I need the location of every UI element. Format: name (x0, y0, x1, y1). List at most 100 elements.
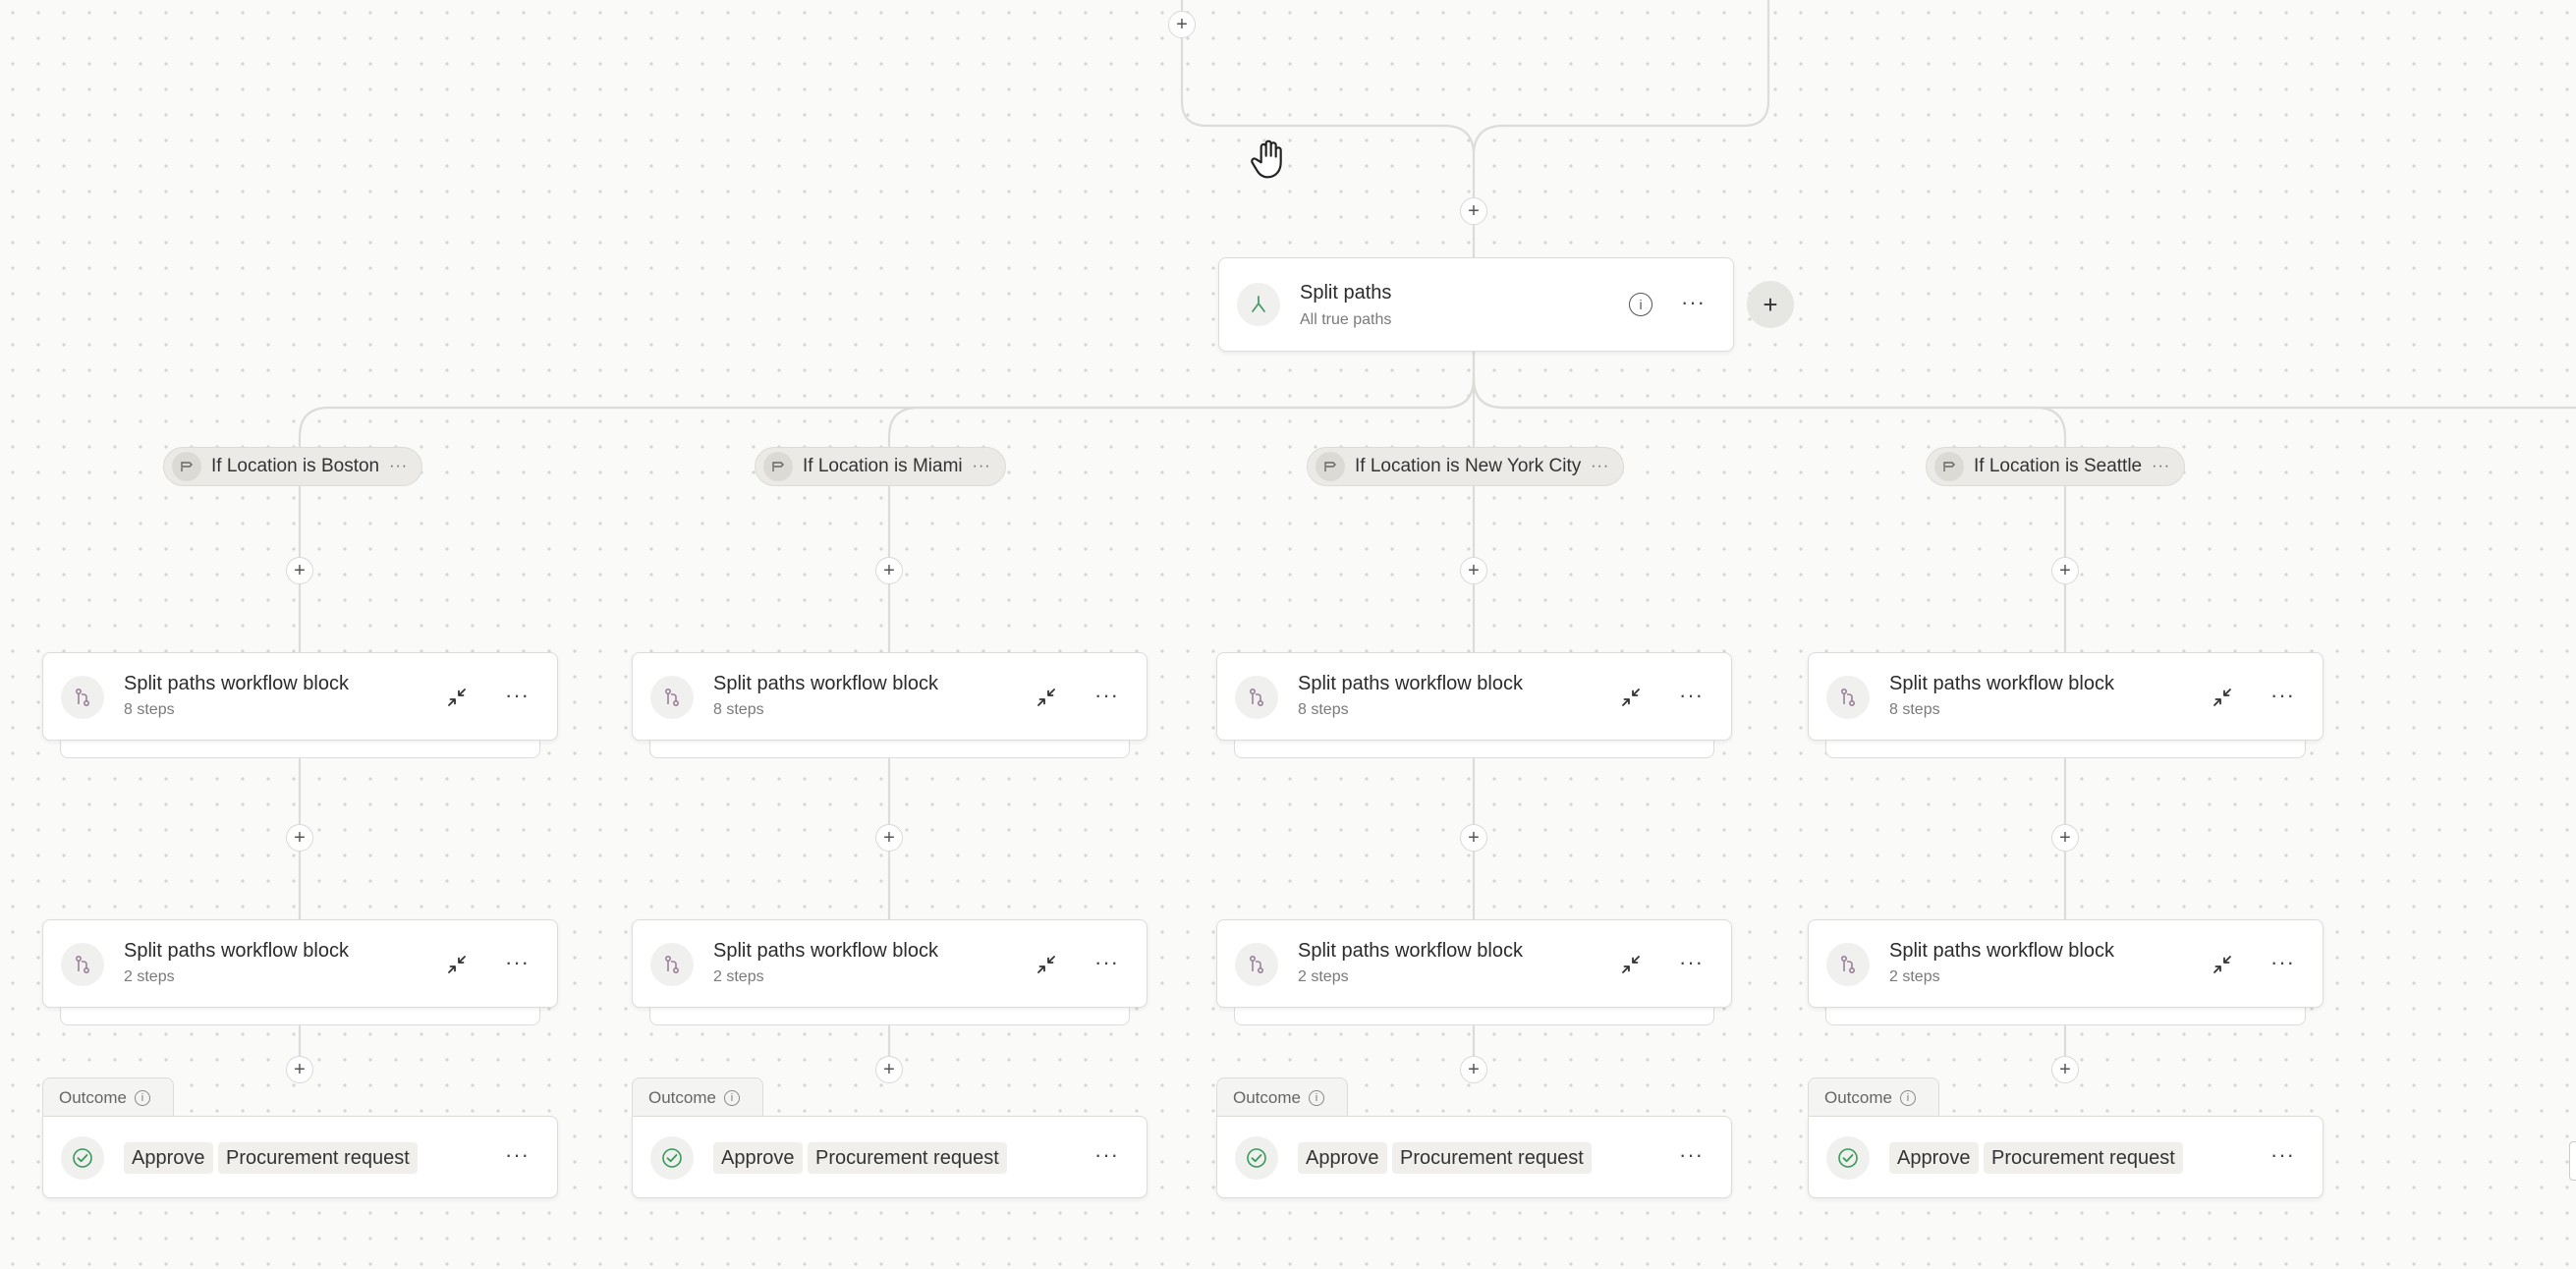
condition-pill[interactable]: If Location is Boston ··· (163, 447, 423, 486)
outcome-label: Outcome (1824, 1087, 1892, 1107)
add-step-button[interactable]: + (286, 1056, 313, 1083)
workflow-block-card[interactable]: Split paths workflow block 8 steps ··· (1808, 652, 2324, 741)
collapse-icon[interactable] (445, 953, 469, 976)
add-step-button[interactable]: + (875, 557, 903, 584)
workflow-block-icon (1235, 676, 1278, 719)
workflow-block[interactable]: Split paths workflow block 8 steps ··· (1808, 652, 2324, 760)
outcome-tab: Outcome i (42, 1077, 174, 1117)
more-options-icon[interactable]: ··· (505, 1144, 530, 1166)
offscreen-node-edge (2569, 1141, 2576, 1181)
more-options-icon[interactable]: ··· (1591, 458, 1609, 475)
condition-icon (1934, 452, 1964, 481)
workflow-block-icon (61, 676, 104, 719)
workflow-block-steps: 8 steps (124, 701, 175, 718)
workflow-block[interactable]: Split paths workflow block 8 steps ··· (42, 652, 558, 760)
workflow-block-card[interactable]: Split paths workflow block 2 steps ··· (1808, 919, 2324, 1008)
add-step-button-top[interactable]: + (1168, 11, 1196, 38)
more-options-icon[interactable]: ··· (1679, 952, 1704, 973)
add-step-button-before-split[interactable]: + (1460, 197, 1487, 225)
more-options-icon[interactable]: ··· (1094, 952, 1119, 973)
collapse-icon[interactable] (1035, 953, 1058, 976)
split-icon (1237, 283, 1280, 326)
workflow-block-icon (1826, 943, 1870, 986)
workflow-block-card[interactable]: Split paths workflow block 8 steps ··· (42, 652, 558, 741)
check-circle-icon (1235, 1136, 1278, 1180)
info-icon[interactable]: i (1899, 1089, 1916, 1106)
split-paths-node[interactable]: Split paths All true paths i ··· (1218, 257, 1734, 352)
outcome-item-tag: Procurement request (1984, 1142, 2183, 1174)
add-step-button[interactable]: + (286, 824, 313, 852)
info-icon[interactable]: i (723, 1089, 740, 1106)
add-step-button[interactable]: + (875, 1056, 903, 1083)
workflow-block-steps: 8 steps (1889, 701, 1940, 718)
collapse-icon[interactable] (2211, 686, 2234, 709)
add-path-button[interactable]: + (1747, 281, 1794, 328)
outcome-action-tag: Approve (1298, 1142, 1387, 1174)
collapse-icon[interactable] (1619, 953, 1643, 976)
outcome-tab: Outcome i (632, 1077, 763, 1117)
condition-label: If Location is Seattle (1974, 456, 2143, 476)
workflow-block-card[interactable]: Split paths workflow block 2 steps ··· (1216, 919, 1732, 1008)
workflow-block-title: Split paths workflow block (1298, 673, 1523, 694)
condition-pill[interactable]: If Location is New York City ··· (1307, 447, 1625, 486)
add-step-button[interactable]: + (875, 824, 903, 852)
collapse-icon[interactable] (1035, 686, 1058, 709)
more-options-icon[interactable]: ··· (505, 685, 530, 706)
add-step-button[interactable]: + (1460, 1056, 1487, 1083)
more-options-icon[interactable]: ··· (2152, 458, 2170, 475)
add-step-button[interactable]: + (2051, 1056, 2079, 1083)
info-icon[interactable]: i (1629, 293, 1652, 316)
more-options-icon[interactable]: ··· (505, 952, 530, 973)
outcome-item-tag: Procurement request (218, 1142, 418, 1174)
check-circle-icon (61, 1136, 104, 1180)
collapse-icon[interactable] (1619, 686, 1643, 709)
workflow-block-icon (1235, 943, 1278, 986)
add-step-button[interactable]: + (2051, 557, 2079, 584)
condition-label: If Location is Miami (803, 456, 963, 476)
more-options-icon[interactable]: ··· (2270, 685, 2295, 706)
workflow-block-title: Split paths workflow block (1298, 940, 1523, 962)
workflow-block-steps: 8 steps (1298, 701, 1349, 718)
outcome-label: Outcome (59, 1087, 127, 1107)
condition-pill[interactable]: If Location is Miami ··· (755, 447, 1006, 486)
outcome-action-tag: Approve (713, 1142, 803, 1174)
condition-pill[interactable]: If Location is Seattle ··· (1926, 447, 2186, 486)
outcome-card[interactable]: Approve Procurement request ··· (1808, 1116, 2324, 1198)
workflow-block[interactable]: Split paths workflow block 2 steps ··· (42, 919, 558, 1027)
workflow-block[interactable]: Split paths workflow block 2 steps ··· (632, 919, 1148, 1027)
workflow-block[interactable]: Split paths workflow block 8 steps ··· (1216, 652, 1732, 760)
workflow-block-icon (1826, 676, 1870, 719)
workflow-block-steps: 2 steps (1889, 968, 1940, 985)
workflow-block[interactable]: Split paths workflow block 8 steps ··· (632, 652, 1148, 760)
more-options-icon[interactable]: ··· (2270, 1144, 2295, 1166)
workflow-block[interactable]: Split paths workflow block 2 steps ··· (1808, 919, 2324, 1027)
more-options-icon[interactable]: ··· (389, 458, 408, 475)
workflow-block-card[interactable]: Split paths workflow block 8 steps ··· (1216, 652, 1732, 741)
add-step-button[interactable]: + (286, 557, 313, 584)
workflow-block[interactable]: Split paths workflow block 2 steps ··· (1216, 919, 1732, 1027)
add-step-button[interactable]: + (2051, 824, 2079, 852)
more-options-icon[interactable]: ··· (2270, 952, 2295, 973)
info-icon[interactable]: i (1308, 1089, 1324, 1106)
collapse-icon[interactable] (2211, 953, 2234, 976)
add-step-button[interactable]: + (1460, 824, 1487, 852)
more-options-icon[interactable]: ··· (973, 458, 991, 475)
more-options-icon[interactable]: ··· (1679, 1144, 1704, 1166)
workflow-block-card[interactable]: Split paths workflow block 2 steps ··· (632, 919, 1148, 1008)
more-options-icon[interactable]: ··· (1094, 1144, 1119, 1166)
workflow-block-card[interactable]: Split paths workflow block 8 steps ··· (632, 652, 1148, 741)
check-circle-icon (1826, 1136, 1870, 1180)
workflow-block-steps: 2 steps (124, 968, 175, 985)
split-node-title: Split paths (1300, 282, 1392, 303)
more-options-icon[interactable]: ··· (1679, 685, 1704, 706)
add-step-button[interactable]: + (1460, 557, 1487, 584)
more-options-icon[interactable]: ··· (1094, 685, 1119, 706)
outcome-card[interactable]: Approve Procurement request ··· (42, 1116, 558, 1198)
workflow-block-title: Split paths workflow block (1889, 940, 2114, 962)
collapse-icon[interactable] (445, 686, 469, 709)
more-options-icon[interactable]: ··· (1681, 292, 1706, 313)
outcome-card[interactable]: Approve Procurement request ··· (632, 1116, 1148, 1198)
workflow-block-card[interactable]: Split paths workflow block 2 steps ··· (42, 919, 558, 1008)
info-icon[interactable]: i (134, 1089, 150, 1106)
outcome-card[interactable]: Approve Procurement request ··· (1216, 1116, 1732, 1198)
